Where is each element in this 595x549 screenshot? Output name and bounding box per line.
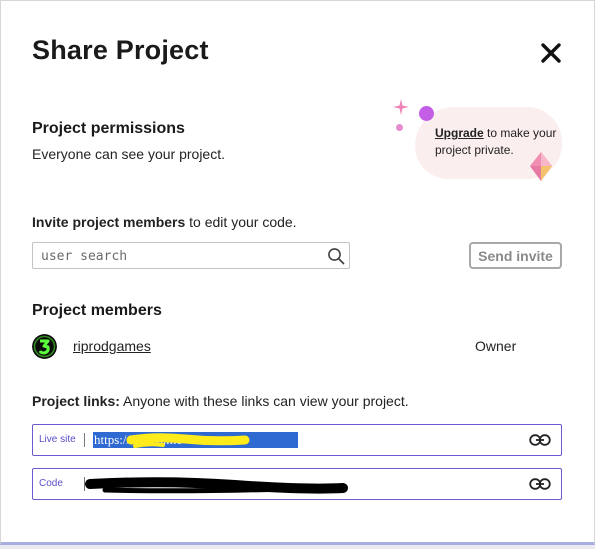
close-icon[interactable] <box>539 41 563 65</box>
links-label-rest: Anyone with these links can view your pr… <box>119 393 409 409</box>
members-heading: Project members <box>32 302 162 319</box>
link-icon[interactable] <box>529 433 551 447</box>
decorative-dot <box>419 106 434 121</box>
links-label-bold: Project links: <box>32 393 120 409</box>
share-project-dialog: Share Project Project permissions Everyo… <box>0 0 595 545</box>
avatar <box>32 334 57 359</box>
link-icon[interactable] <box>529 477 551 491</box>
invite-label-rest: to edit your code. <box>185 214 297 230</box>
search-icon[interactable] <box>327 247 345 265</box>
decorative-dot-small <box>396 124 403 131</box>
code-link-field[interactable]: Code <box>32 468 562 500</box>
member-name[interactable]: riprodgames <box>73 338 151 354</box>
invite-label-bold: Invite project members <box>32 214 186 230</box>
divider <box>84 433 85 447</box>
sparkle-icon <box>393 99 409 115</box>
live-site-link-field[interactable]: Live site https:// glitch.me <box>32 424 562 456</box>
live-site-label: Live site <box>39 434 76 445</box>
redaction-mark <box>85 477 348 494</box>
upgrade-link[interactable]: Upgrade <box>435 126 484 140</box>
user-search-box <box>32 242 350 269</box>
code-label: Code <box>39 478 63 489</box>
member-role: Owner <box>475 338 517 354</box>
redaction-mark <box>126 433 250 448</box>
invite-label: Invite project members to edit your code… <box>32 214 297 230</box>
permissions-heading: Project permissions <box>32 120 185 137</box>
upgrade-text: Upgrade to make your project private. <box>435 125 565 159</box>
permissions-description: Everyone can see your project. <box>32 146 225 162</box>
user-search-input[interactable] <box>41 247 321 265</box>
send-invite-button[interactable]: Send invite <box>469 242 562 269</box>
dialog-title: Share Project <box>32 35 209 65</box>
links-label: Project links: Anyone with these links c… <box>32 393 409 409</box>
